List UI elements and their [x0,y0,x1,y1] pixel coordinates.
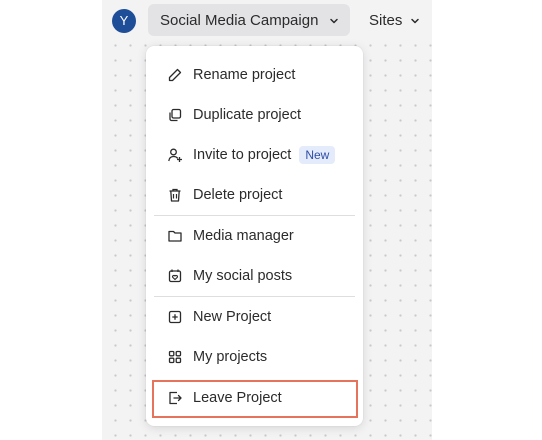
menu-item-invite-to-project[interactable]: Invite to project New [146,137,363,173]
menu-item-media-manager[interactable]: Media manager [146,218,363,254]
social-posts-icon [166,267,184,285]
menu-item-rename-project[interactable]: Rename project [146,57,363,93]
menu-divider [154,296,355,297]
menu-divider [154,215,355,216]
sites-menu-button[interactable]: Sites [369,4,421,36]
menu-item-label: My projects [193,349,268,365]
pencil-icon [166,66,184,84]
menu-item-my-social-posts[interactable]: My social posts [146,258,363,294]
menu-item-duplicate-project[interactable]: Duplicate project [146,97,363,133]
menu-item-label: Rename project [193,67,296,83]
menu-item-label: Delete project [193,187,283,203]
project-menu-button[interactable]: Social Media Campaign [148,4,350,36]
add-user-icon [166,146,184,164]
leave-project-highlight [152,380,358,418]
sites-label: Sites [369,11,403,29]
menu-item-delete-project[interactable]: Delete project [146,177,363,213]
menu-item-label: Invite to project [193,147,292,163]
trash-icon [166,186,184,204]
menu-item-new-project[interactable]: New Project [146,299,363,335]
new-badge: New [299,146,336,164]
duplicate-icon [166,106,184,124]
project-dropdown-menu: Rename project Duplicate project Invite … [146,46,363,426]
top-bar: Y Social Media Campaign Sites [102,0,432,42]
grid-icon [166,348,184,366]
menu-item-label: Duplicate project [193,107,301,123]
menu-item-label: New Project [193,309,272,325]
plus-square-icon [166,308,184,326]
menu-item-my-projects[interactable]: My projects [146,339,363,375]
folder-icon [166,227,184,245]
chevron-down-icon [328,14,340,26]
menu-item-label: Media manager [193,228,294,244]
avatar[interactable]: Y [112,9,136,33]
menu-item-label: My social posts [193,268,293,284]
chevron-down-icon [409,14,421,26]
project-name: Social Media Campaign [160,11,319,29]
